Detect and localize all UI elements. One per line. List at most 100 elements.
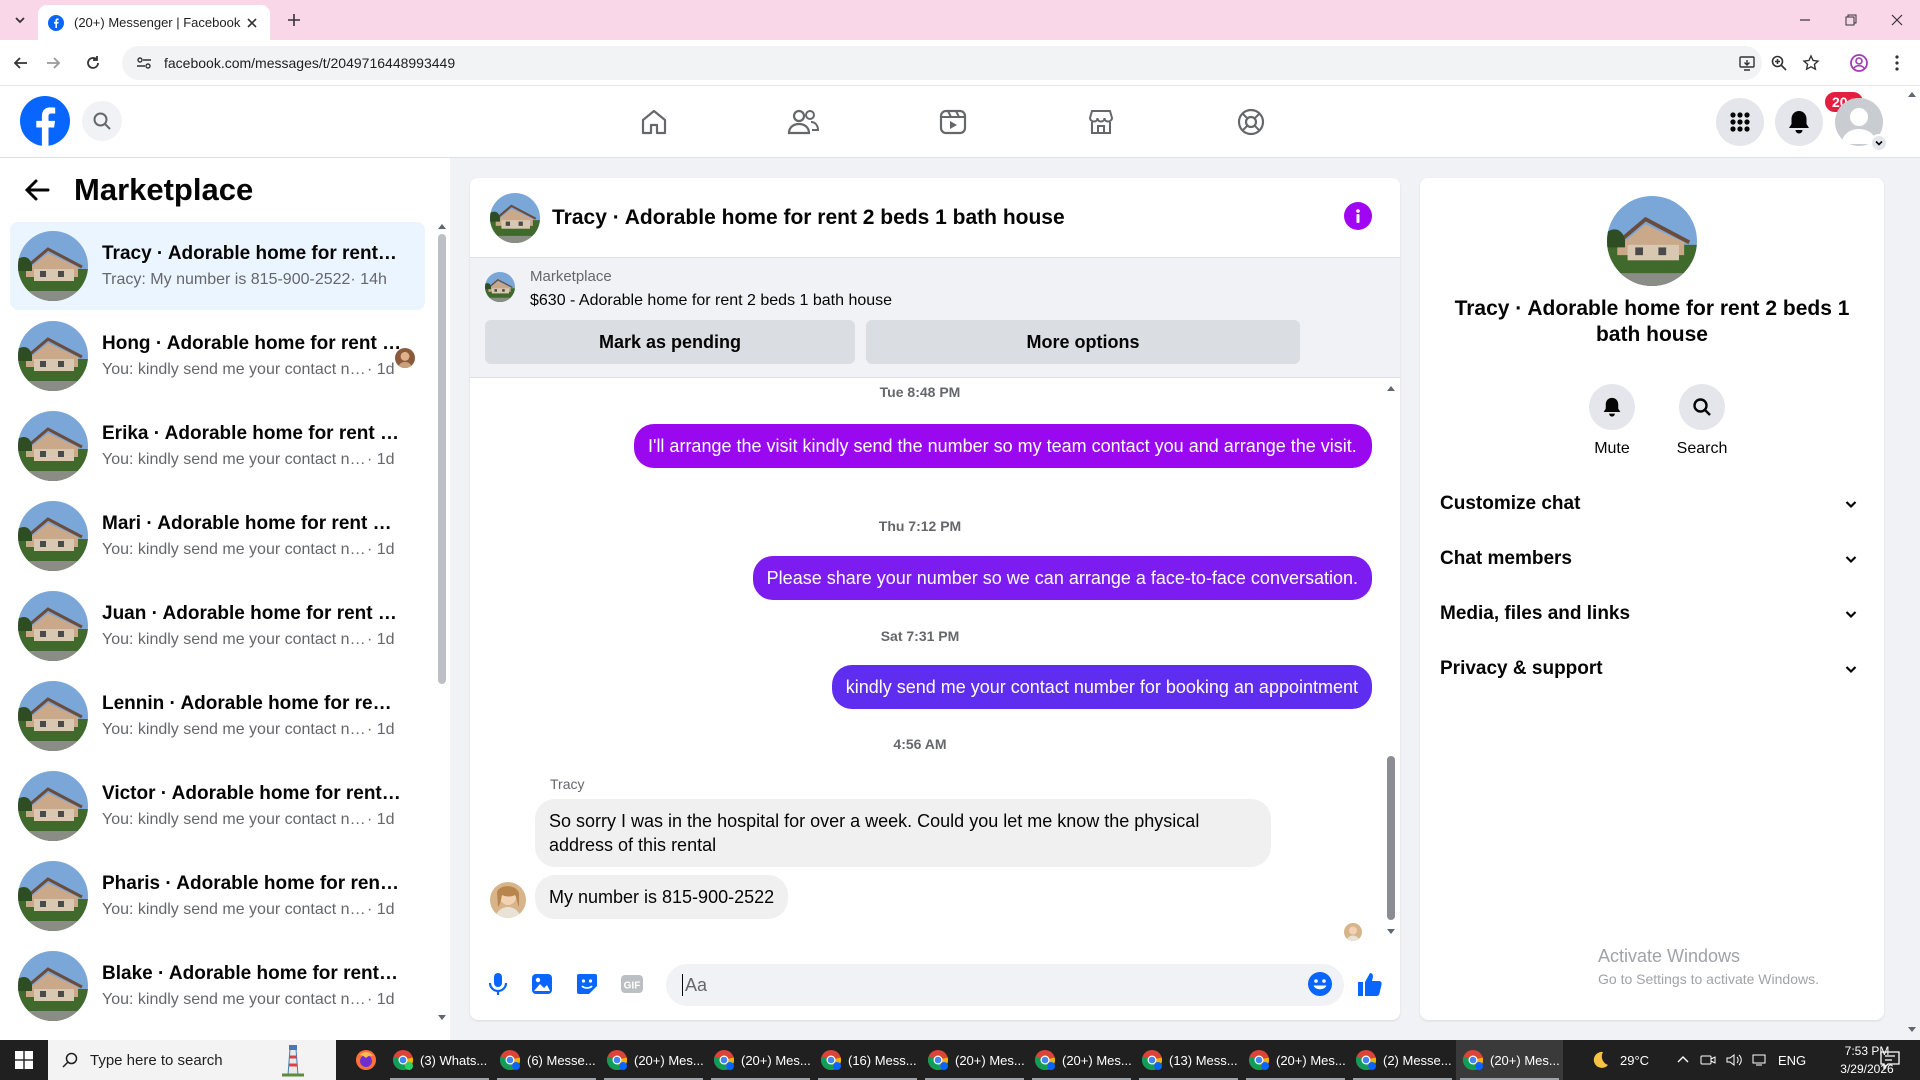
scrollbar-thumb[interactable] [1387, 756, 1395, 920]
conversation-item[interactable]: Erika · Adorable home for rent 2 beds 1 … [10, 402, 425, 490]
like-button[interactable] [1356, 970, 1384, 998]
taskbar-app-button[interactable]: (6) Messe... [493, 1040, 600, 1080]
menu-button[interactable] [1716, 98, 1764, 146]
tab-search-button[interactable] [8, 8, 32, 32]
account-dropdown-button[interactable] [1870, 134, 1888, 152]
nav-gaming[interactable] [1223, 100, 1279, 144]
conversation-list-scrollbar[interactable] [437, 222, 447, 1022]
site-info-icon[interactable] [136, 55, 152, 71]
back-button[interactable] [8, 50, 34, 76]
taskbar-app-button[interactable]: (20+) Mes... [1242, 1040, 1349, 1080]
section-label: Privacy & support [1440, 658, 1603, 679]
search-in-conversation-button[interactable] [1679, 384, 1725, 430]
meet-now-icon[interactable] [1700, 1053, 1716, 1067]
attach-media-button[interactable] [528, 970, 556, 998]
details-section-3[interactable]: Privacy & support [1440, 649, 1864, 689]
firefox-taskbar-button[interactable] [346, 1040, 386, 1080]
address-bar[interactable]: facebook.com/messages/t/2049716448993449 [122, 46, 1762, 80]
taskbar-app-button[interactable]: (13) Mess... [1135, 1040, 1242, 1080]
listing-title[interactable]: $630 - Adorable home for rent 2 beds 1 b… [530, 292, 892, 310]
conversation-item[interactable]: Mari · Adorable home for rent 2 beds 1 b… [10, 492, 425, 580]
voice-clip-button[interactable] [484, 970, 512, 998]
outgoing-message[interactable]: Please share your number so we can arran… [752, 556, 1372, 600]
outgoing-message[interactable]: kindly send me your contact number for b… [831, 665, 1372, 709]
conversation-item[interactable]: Victor · Adorable home for rent 2 beds 1… [10, 762, 425, 850]
nav-video[interactable] [925, 100, 981, 144]
install-app-button[interactable] [1736, 52, 1758, 74]
message-input[interactable]: Aa [666, 964, 1344, 1006]
conversation-item[interactable]: Lennin · Adorable home for rent 2 beds 1… [10, 672, 425, 760]
conversation-item[interactable]: Pharis · Adorable home for rent 2 beds 1… [10, 852, 425, 940]
taskbar-app-button[interactable]: (16) Mess... [814, 1040, 921, 1080]
taskbar-app-button[interactable]: (2) Messe... [1349, 1040, 1456, 1080]
conversation-item[interactable]: Blake · Adorable home for rent 2 beds 1 … [10, 942, 425, 1030]
sticker-button[interactable] [573, 970, 601, 998]
reload-button[interactable] [80, 50, 106, 76]
mark-as-pending-button[interactable]: Mark as pending [485, 320, 855, 364]
nav-home[interactable] [626, 100, 682, 144]
browser-tab-active[interactable]: (20+) Messenger | Facebook [38, 5, 270, 40]
scrollbar-thumb[interactable] [438, 234, 446, 684]
chat-avatar[interactable] [490, 192, 540, 243]
bookmark-button[interactable] [1800, 52, 1822, 74]
chrome-icon [1355, 1049, 1377, 1071]
chevron-up-icon[interactable] [1676, 1053, 1690, 1067]
minimize-button[interactable] [1782, 0, 1828, 40]
page-scrollbar[interactable] [1904, 86, 1920, 1040]
notification-center-button[interactable] [1880, 1040, 1900, 1080]
conversation-text: Hong · Adorable home for rent 2 beds 1 b… [102, 333, 402, 379]
profile-button[interactable] [1848, 52, 1870, 74]
nav-friends[interactable] [775, 100, 831, 144]
taskbar-app-button[interactable]: (20+) Mes... [707, 1040, 814, 1080]
facebook-header: 20+ [0, 86, 1920, 158]
taskbar-app-button[interactable]: (20+) Mes... [600, 1040, 707, 1080]
details-section-2[interactable]: Media, files and links [1440, 594, 1864, 634]
chat-title[interactable]: Tracy · Adorable home for rent 2 beds 1 … [552, 206, 1065, 230]
network-icon[interactable] [1752, 1053, 1768, 1067]
nav-marketplace[interactable] [1073, 100, 1129, 144]
emoji-button[interactable] [1306, 970, 1334, 998]
browser-menu-button[interactable] [1886, 52, 1908, 74]
gif-button[interactable]: GIF [618, 970, 646, 998]
conversation-snippet: You: kindly send me your contact number [102, 991, 367, 1008]
taskbar-app-button[interactable]: (20+) Mes... [1028, 1040, 1135, 1080]
conversation-item[interactable]: Juan · Adorable home for rent 2 beds 1 b… [10, 582, 425, 670]
taskbar-app-button[interactable]: (3) Whats... [386, 1040, 493, 1080]
incoming-message[interactable]: My number is 815-900-2522 [535, 875, 789, 919]
taskbar-app-button[interactable]: (20+) Mes... [921, 1040, 1028, 1080]
conversation-item[interactable]: Tracy · Adorable home for rent 2 beds 1 … [10, 222, 425, 310]
sender-avatar[interactable] [490, 882, 526, 918]
volume-icon[interactable] [1726, 1053, 1742, 1067]
search-action[interactable]: Search [1662, 384, 1742, 458]
contact-avatar[interactable] [1607, 196, 1697, 286]
weather-widget[interactable]: 29°C [1588, 1040, 1649, 1080]
arrow-left-icon[interactable] [22, 175, 52, 205]
details-section-1[interactable]: Chat members [1440, 539, 1864, 579]
taskbar-search-box[interactable]: Type here to search [48, 1040, 336, 1080]
restore-button[interactable] [1828, 0, 1874, 40]
input-language[interactable]: ENG [1778, 1053, 1806, 1068]
conversation-text: Victor · Adorable home for rent 2 beds 1… [102, 783, 402, 829]
zoom-button[interactable] [1768, 52, 1790, 74]
mute-action[interactable]: Mute [1572, 384, 1652, 458]
close-tab-icon[interactable] [244, 15, 260, 31]
forward-button[interactable] [40, 50, 66, 76]
taskbar-app-button[interactable]: (20+) Mes... [1456, 1040, 1563, 1080]
new-tab-button[interactable] [282, 8, 306, 32]
facebook-search-button[interactable] [82, 101, 122, 141]
incoming-message[interactable]: So sorry I was in the hospital for over … [535, 799, 1271, 867]
facebook-logo[interactable] [20, 96, 70, 146]
mute-button[interactable] [1589, 384, 1635, 430]
conversation-item[interactable]: Hong · Adorable home for rent 2 beds 1 b… [10, 312, 425, 400]
outgoing-message[interactable]: I'll arrange the visit kindly send the n… [634, 424, 1372, 468]
list-header: Marketplace [22, 172, 253, 208]
start-button[interactable] [0, 1040, 48, 1080]
listing-thumbnail[interactable] [485, 272, 515, 302]
more-options-button[interactable]: More options [866, 320, 1300, 364]
conversation-info-button[interactable] [1344, 202, 1372, 230]
thread-scrollbar[interactable] [1386, 384, 1396, 936]
details-section-0[interactable]: Customize chat [1440, 484, 1864, 524]
notifications-button[interactable] [1775, 98, 1823, 146]
close-window-button[interactable] [1874, 0, 1920, 40]
scroll-down-icon [1908, 1027, 1916, 1032]
